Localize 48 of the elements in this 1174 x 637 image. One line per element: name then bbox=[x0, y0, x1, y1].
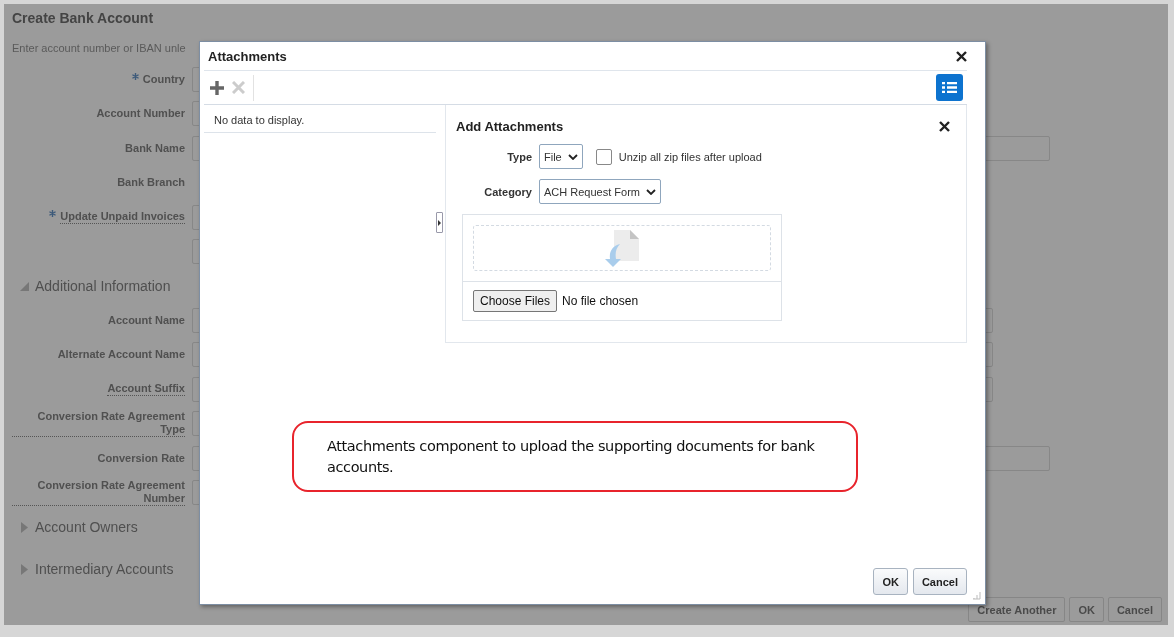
list-view-button[interactable] bbox=[936, 74, 963, 101]
field-label: Country bbox=[142, 72, 185, 86]
page-button[interactable]: OK bbox=[1069, 597, 1104, 622]
field-label: Account Suffix bbox=[107, 382, 185, 397]
category-select[interactable]: ACH Request Form bbox=[539, 179, 661, 204]
file-status: No file chosen bbox=[562, 294, 639, 308]
page-button[interactable]: Create Another bbox=[968, 597, 1066, 622]
field-label: Conversion Rate Agreement Type bbox=[12, 410, 185, 438]
page-button[interactable]: Cancel bbox=[1107, 597, 1162, 622]
plus-icon bbox=[210, 80, 224, 95]
callout-note: Attachments component to upload the supporting documents for bank accounts. bbox=[292, 421, 858, 492]
checkbox[interactable] bbox=[595, 148, 612, 165]
field-label: Conversion Rate bbox=[97, 451, 185, 465]
required-icon bbox=[131, 72, 139, 80]
field-label: Account Number bbox=[96, 107, 185, 121]
field-label: Bank Branch bbox=[117, 176, 185, 190]
list-icon bbox=[942, 82, 957, 93]
section-header[interactable]: Additional Information bbox=[35, 278, 171, 294]
section-header[interactable]: Account Owners bbox=[35, 519, 138, 535]
dialog-button[interactable]: Cancel bbox=[912, 568, 967, 595]
choose-files-button[interactable]: Choose Files bbox=[473, 290, 558, 312]
cross-icon bbox=[232, 81, 245, 94]
field-label: Conversion Rate Agreement Number bbox=[12, 479, 185, 507]
instruction-text: Enter account number or IBAN unle bbox=[12, 42, 187, 54]
page-title: Create Bank Account bbox=[12, 10, 155, 26]
splitter-handle[interactable] bbox=[436, 212, 443, 233]
field-label: Type bbox=[506, 150, 532, 163]
panel-title: Add Attachments bbox=[456, 119, 564, 134]
dialog-title: Attachments bbox=[208, 48, 287, 64]
triangle-right-icon bbox=[438, 219, 441, 226]
resize-grip-icon[interactable] bbox=[972, 591, 981, 600]
chevron-down-icon bbox=[567, 153, 578, 160]
field-label: Account Name bbox=[107, 313, 185, 327]
field-label: Category bbox=[483, 185, 532, 198]
type-select[interactable]: File bbox=[539, 144, 583, 169]
field-label: Update Unpaid Invoices bbox=[60, 210, 185, 225]
field-label: Bank Name bbox=[125, 141, 185, 155]
section-header[interactable]: Intermediary Accounts bbox=[35, 561, 174, 577]
add-button[interactable] bbox=[210, 80, 224, 95]
dialog-button[interactable]: OK bbox=[873, 568, 908, 595]
close-button[interactable] bbox=[956, 50, 967, 62]
file-download-icon bbox=[604, 229, 640, 267]
close-button[interactable] bbox=[939, 121, 950, 132]
field-label: Alternate Account Name bbox=[57, 348, 185, 362]
required-icon bbox=[49, 210, 57, 218]
chevron-down-icon bbox=[646, 188, 656, 195]
checkbox-label: Unzip all zip files after upload bbox=[618, 150, 762, 163]
empty-message: No data to display. bbox=[204, 105, 436, 133]
